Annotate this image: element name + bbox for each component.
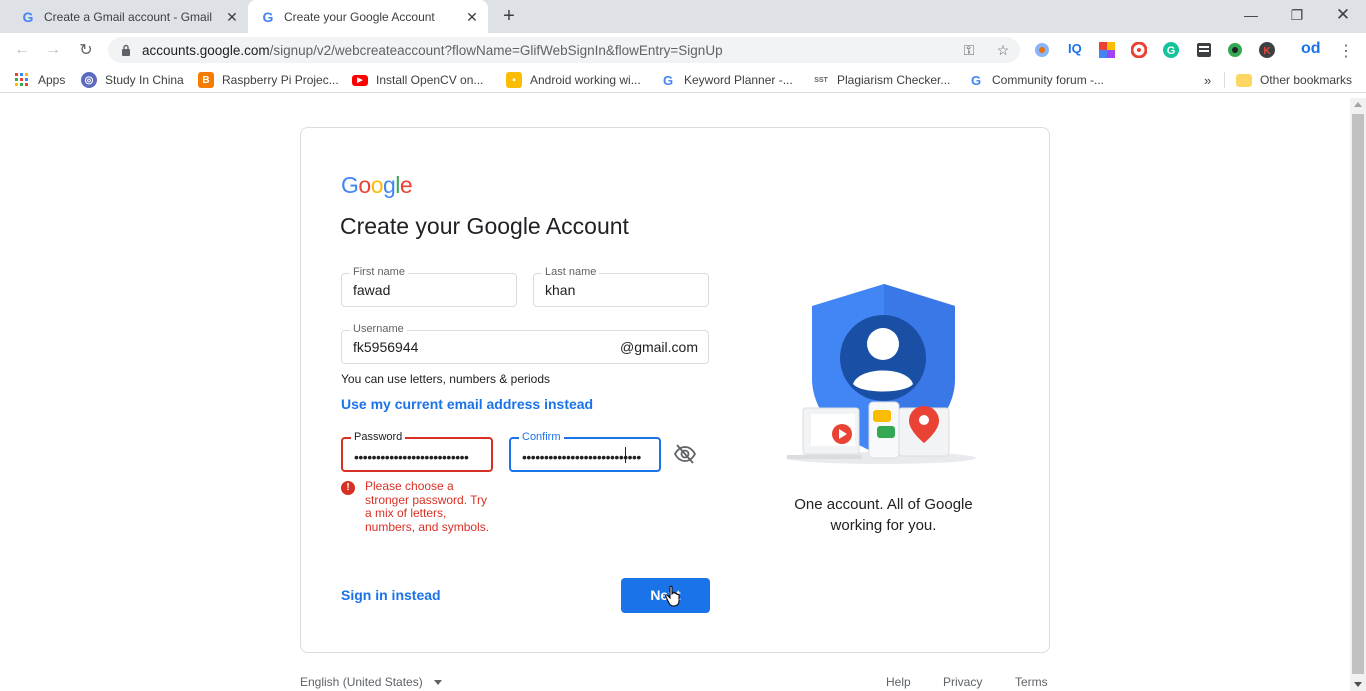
notes-extension-icon[interactable]	[1196, 42, 1212, 58]
globe-icon: ◎	[81, 72, 97, 88]
google-logo: Google	[341, 172, 413, 198]
profile-avatar-icon[interactable]: K	[1259, 42, 1275, 58]
close-tab-icon[interactable]: ✕	[224, 9, 240, 25]
sst-icon: SST	[814, 76, 828, 84]
google-g-icon: G	[22, 8, 34, 25]
hand-cursor-icon	[665, 585, 680, 607]
menu-kebab-icon[interactable]: ⋮	[1338, 41, 1354, 61]
key-icon[interactable]: ⚿	[961, 42, 977, 58]
username-field[interactable]: Username fk5956944 @gmail.com	[341, 323, 709, 364]
google-g-icon: G	[262, 8, 274, 25]
signup-card: Google Create your Google Account First …	[300, 127, 1050, 653]
dropdown-arrow-icon	[434, 680, 443, 686]
bookmark-yellow-icon: ▪	[506, 72, 522, 88]
use-current-email-link[interactable]: Use my current email address instead	[341, 396, 593, 412]
username-hint: You can use letters, numbers & periods	[341, 372, 551, 386]
tab-strip: G Create a Gmail account - Gmail H ✕ G C…	[0, 0, 1366, 33]
apps-grid-icon	[15, 73, 28, 86]
close-tab-icon[interactable]: ✕	[464, 9, 480, 25]
sign-in-instead-link[interactable]: Sign in instead	[341, 587, 441, 603]
star-icon[interactable]: ☆	[995, 42, 1011, 58]
bookmark-plagiarism-checker[interactable]: SST Plagiarism Checker...	[813, 71, 950, 89]
confirm-password-field[interactable]: Confirm •••••••••••••••••••••••••••	[509, 431, 661, 472]
address-bar[interactable]: accounts.google.com/signup/v2/webcreatea…	[108, 37, 1020, 63]
scroll-down-icon[interactable]	[1354, 682, 1362, 687]
url-text: accounts.google.com/signup/v2/webcreatea…	[142, 42, 723, 58]
page-title: Create your Google Account	[340, 213, 629, 239]
svg-text:K: K	[1263, 46, 1271, 57]
bookmark-community-forum[interactable]: G Community forum -...	[968, 71, 1104, 89]
tab-create-account[interactable]: G Create your Google Account ✕	[248, 0, 488, 33]
error-icon: !	[341, 481, 355, 495]
bookmark-raspberry-pi[interactable]: B Raspberry Pi Projec...	[198, 71, 339, 89]
google-g-icon: G	[662, 72, 674, 88]
bookmark-study-in-china[interactable]: ◎ Study In China	[81, 71, 184, 89]
restore-icon[interactable]: ❐	[1274, 0, 1320, 30]
first-name-field[interactable]: First name fawad	[341, 266, 517, 307]
password-error: ! Please choose a stronger password. Try…	[341, 479, 501, 534]
bookmark-install-opencv[interactable]: ▶ Install OpenCV on...	[352, 71, 483, 89]
other-bookmarks-folder[interactable]: Other bookmarks	[1236, 71, 1352, 89]
extension-globe-icon[interactable]	[1034, 42, 1050, 58]
gmail-suffix: @gmail.com	[619, 339, 698, 355]
blogger-icon: B	[198, 72, 214, 88]
hide-password-eye-icon[interactable]	[673, 442, 697, 466]
forward-icon[interactable]: →	[41, 38, 65, 62]
folder-icon	[1236, 73, 1252, 87]
scrollbar-thumb[interactable]	[1352, 114, 1364, 674]
colorful-extension-icon[interactable]	[1099, 42, 1115, 58]
privacy-link[interactable]: Privacy	[943, 675, 982, 689]
bookmark-android-working[interactable]: ▪ Android working wi...	[506, 71, 641, 89]
google-g-icon: G	[970, 72, 982, 88]
reload-icon[interactable]: ↻	[74, 38, 98, 62]
new-tab-button[interactable]: +	[498, 6, 520, 28]
map-extension-icon[interactable]	[1227, 42, 1243, 58]
scroll-up-icon[interactable]	[1354, 102, 1362, 107]
tab-gmail-account[interactable]: G Create a Gmail account - Gmail H ✕	[10, 0, 248, 33]
close-window-icon[interactable]: ✕	[1320, 0, 1366, 30]
bookmarks-bar: Apps ◎ Study In China B Raspberry Pi Pro…	[0, 67, 1366, 93]
help-link[interactable]: Help	[886, 675, 911, 689]
minimize-icon[interactable]: —	[1228, 0, 1274, 30]
password-field[interactable]: Password ••••••••••••••••••••••••••	[341, 431, 493, 472]
tagline: One account. All of Google working for y…	[794, 496, 973, 534]
youtube-icon: ▶	[352, 74, 368, 86]
svg-text:G: G	[1167, 45, 1176, 57]
red-swirl-extension-icon[interactable]	[1131, 42, 1147, 58]
text-cursor	[625, 447, 626, 463]
back-icon[interactable]: ←	[10, 38, 34, 62]
bookmarks-divider	[1224, 72, 1225, 88]
iq-extension-icon[interactable]: IQ	[1068, 41, 1082, 56]
browser-toolbar: ← → ↻ accounts.google.com/signup/v2/webc…	[0, 33, 1366, 67]
last-name-field[interactable]: Last name khan	[533, 266, 709, 307]
language-selector[interactable]: English (United States)	[300, 675, 443, 689]
lock-icon	[122, 44, 130, 56]
grammarly-icon[interactable]: G	[1163, 42, 1179, 58]
bookmarks-overflow-button[interactable]: »	[1204, 71, 1211, 89]
account-shield-illustration	[786, 284, 976, 464]
od-extension-icon[interactable]: od	[1301, 40, 1321, 58]
page-scrollbar[interactable]	[1350, 98, 1366, 691]
terms-link[interactable]: Terms	[1015, 675, 1048, 689]
bookmark-apps[interactable]: Apps	[14, 71, 65, 89]
bookmark-keyword-planner[interactable]: G Keyword Planner -...	[660, 71, 793, 89]
